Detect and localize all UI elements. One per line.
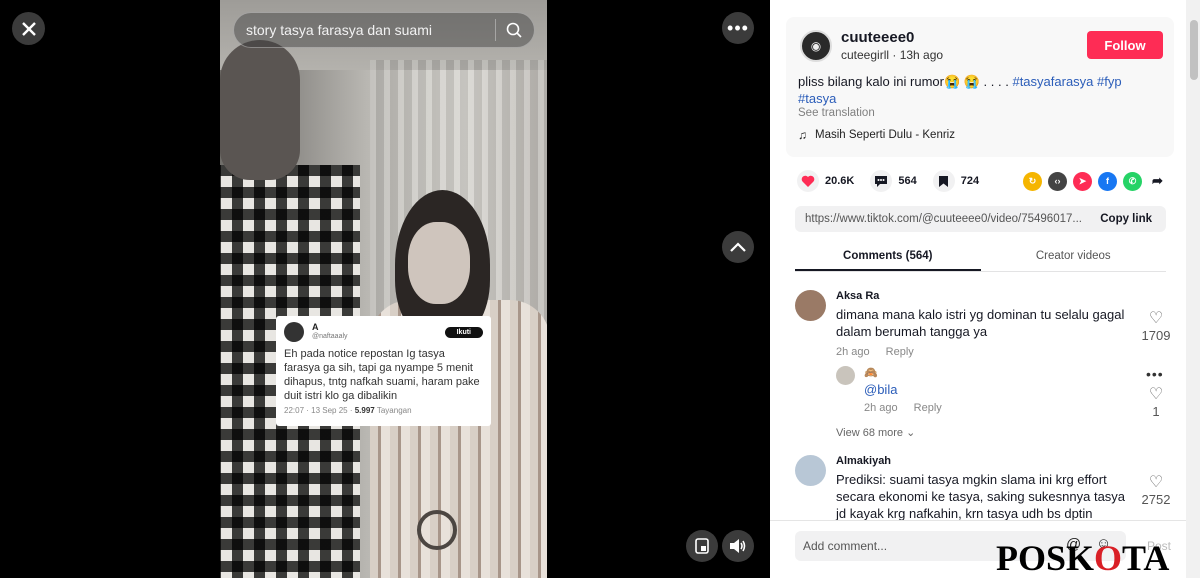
previous-video-button[interactable] <box>722 231 754 263</box>
whatsapp-icon[interactable]: ✆ <box>1123 171 1142 191</box>
tweet-avatar <box>284 322 304 342</box>
more-options-button[interactable]: ••• <box>722 12 754 44</box>
facebook-icon[interactable]: f <box>1098 171 1117 191</box>
cat-avatar-icon: ◉ <box>810 38 822 53</box>
video-search-bar[interactable]: story tasya farasya dan suami <box>233 12 535 48</box>
replier-name[interactable]: 🙈 <box>864 366 1164 379</box>
see-translation-link[interactable]: See translation <box>798 107 875 119</box>
comment-button[interactable]: 564 <box>870 170 917 192</box>
heart-outline-icon: ♡ <box>1148 386 1164 403</box>
reply-more-icon[interactable]: ••• <box>1146 366 1164 382</box>
heart-icon <box>801 175 815 187</box>
chevron-down-icon: ⌄ <box>906 427 916 439</box>
video-url[interactable]: https://www.tiktok.com/@cuuteeee0/video/… <box>805 213 1086 225</box>
tweet-meta: 22:07 · 13 Sep 25 · 5.997 Tayangan <box>284 406 412 415</box>
heart-outline-icon: ♡ <box>1148 474 1164 491</box>
reply-button[interactable]: Reply <box>914 402 942 414</box>
mini-player-button[interactable] <box>686 530 718 562</box>
reply-mention[interactable]: @bila <box>864 381 1164 398</box>
tweet-screenshot-overlay: A @naftaaaly Ikuti Eh pada notice repost… <box>276 316 491 426</box>
tweet-follow-badge: Ikuti <box>444 326 483 338</box>
music-link[interactable]: ♫ Masih Seperti Dulu - Kenriz <box>798 128 955 142</box>
commenter-avatar[interactable] <box>795 455 826 486</box>
tab-comments[interactable]: Comments (564) <box>795 244 981 271</box>
search-icon[interactable] <box>506 22 534 38</box>
bookmark-icon <box>939 175 949 187</box>
tiktok-video-page: story tasya farasya dan suami A @naftaaa… <box>0 0 1200 578</box>
commenter-name[interactable]: Almakiyah <box>836 455 1136 467</box>
hashtag-link[interactable]: #fyp <box>1097 74 1122 89</box>
man-head <box>220 40 300 180</box>
comment-icon <box>875 175 888 187</box>
copy-link-button[interactable]: Copy link <box>1086 213 1166 225</box>
comment-count: 564 <box>898 175 917 187</box>
author-username[interactable]: cuuteeee0 <box>841 29 943 46</box>
share-arrow-icon[interactable]: ➦ <box>1148 172 1167 191</box>
belt-ring <box>417 510 457 550</box>
post-info-card: ◉ cuuteeee0 cuteegirll · 13h ago Follow … <box>786 17 1174 157</box>
tweet-body: Eh pada notice repostan Ig tasya farasya… <box>284 348 480 402</box>
panel-tabs: Comments (564) Creator videos <box>795 244 1166 272</box>
volume-button[interactable] <box>722 530 754 562</box>
action-bar: 20.6K 564 724 ↻ ‹› ➤ f ✆ ➦ <box>797 170 1167 192</box>
share-link-box: https://www.tiktok.com/@cuuteeee0/video/… <box>795 206 1166 232</box>
commenter-name[interactable]: Aksa Ra <box>836 290 1136 302</box>
like-count: 20.6K <box>825 175 855 187</box>
mini-player-icon <box>695 538 709 554</box>
hashtag-link[interactable]: #tasya <box>798 91 836 106</box>
heart-outline-icon: ♡ <box>1148 310 1164 327</box>
repost-icon[interactable]: ↻ <box>1023 171 1042 191</box>
video-pane: story tasya farasya dan suami A @naftaaa… <box>0 0 770 578</box>
chevron-up-icon <box>730 242 746 252</box>
author-avatar[interactable]: ◉ <box>800 29 832 62</box>
embed-icon[interactable]: ‹› <box>1048 171 1067 191</box>
music-note-icon: ♫ <box>798 128 807 142</box>
tab-creator-videos[interactable]: Creator videos <box>981 244 1167 271</box>
comment-list: Aksa Ra dimana mana kalo istri yg domina… <box>770 280 1186 520</box>
ellipsis-icon: ••• <box>727 17 749 38</box>
post-caption: pliss bilang kalo ini rumor😭 😭 . . . . #… <box>798 74 1122 106</box>
send-icon[interactable]: ➤ <box>1073 171 1092 191</box>
comment-time: 2h ago <box>836 346 870 358</box>
view-more-replies[interactable]: View 68 more ⌄ <box>836 426 915 439</box>
follow-button[interactable]: Follow <box>1087 31 1163 59</box>
replier-avatar[interactable] <box>836 366 855 385</box>
author-subtitle: cuteegirll · 13h ago <box>841 48 944 62</box>
like-button[interactable]: 20.6K <box>797 170 854 192</box>
commenter-avatar[interactable] <box>795 290 826 321</box>
volume-icon <box>730 539 746 553</box>
share-options: ↻ ‹› ➤ f ✆ ➦ <box>1017 171 1167 191</box>
comment-like-count: 1709 <box>1141 328 1171 343</box>
video-player[interactable] <box>220 0 547 578</box>
close-icon <box>21 21 36 36</box>
tweet-handle: @naftaaaly <box>312 333 348 340</box>
hashtag-link[interactable]: #tasyafarasya <box>1012 74 1093 89</box>
poskota-watermark: POSKOTA <box>996 538 1170 578</box>
woman-face <box>408 222 470 304</box>
tweet-name: A <box>312 322 319 332</box>
save-count: 724 <box>960 175 980 187</box>
search-text: story tasya farasya dan suami <box>246 22 432 38</box>
close-button[interactable] <box>12 12 45 45</box>
comment-text: dimana mana kalo istri yg dominan tu sel… <box>836 307 1125 339</box>
reply-like[interactable]: ♡ 1 <box>1136 384 1176 419</box>
comment-like[interactable]: ♡ 1709 <box>1136 308 1176 343</box>
comment-text: Prediksi: suami tasya mgkin slama ini kr… <box>836 472 1126 520</box>
reply-button[interactable]: Reply <box>886 346 914 358</box>
scrollbar[interactable] <box>1186 0 1200 578</box>
save-button[interactable]: 724 <box>932 170 980 192</box>
comment-like[interactable]: ♡ 2752 <box>1136 472 1176 507</box>
